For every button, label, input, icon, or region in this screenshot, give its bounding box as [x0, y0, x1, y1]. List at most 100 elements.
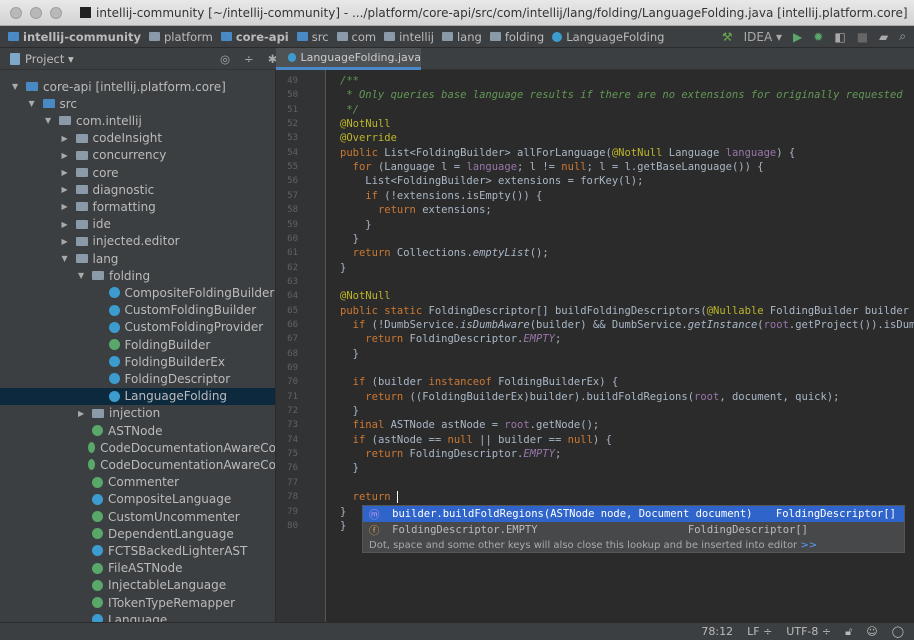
- completion-popup[interactable]: ⓜ builder.buildFoldRegions(ASTNode node,…: [362, 505, 905, 553]
- breadcrumb-item[interactable]: intellij-community: [8, 30, 141, 44]
- tree-item[interactable]: FoldingBuilderEx: [0, 353, 275, 370]
- code-line[interactable]: return FoldingDescriptor.EMPTY;: [340, 447, 561, 461]
- stop-icon[interactable]: ■: [857, 30, 868, 44]
- completion-hint-link[interactable]: >>: [800, 540, 817, 551]
- collapsed-arrow-icon[interactable]: ▶: [78, 409, 88, 418]
- code-line[interactable]: List<FoldingBuilder> extensions = forKey…: [340, 174, 643, 188]
- collapsed-arrow-icon[interactable]: ▶: [62, 202, 72, 211]
- code-line[interactable]: return Collections.emptyList();: [340, 246, 549, 260]
- code-line[interactable]: }: [340, 461, 359, 475]
- tree-item[interactable]: DependentLanguage: [0, 525, 275, 542]
- tree-item[interactable]: CustomUncommenter: [0, 508, 275, 525]
- tree-item[interactable]: ▼ lang: [0, 250, 275, 267]
- breadcrumb-item[interactable]: intellij: [384, 30, 434, 44]
- expanded-arrow-icon[interactable]: ▼: [29, 99, 39, 108]
- tree-item[interactable]: ▼ com.intellij: [0, 112, 275, 129]
- tree-item[interactable]: Language: [0, 611, 275, 622]
- tree-item[interactable]: FileASTNode: [0, 560, 275, 577]
- tree-item[interactable]: CompositeFoldingBuilder: [0, 284, 275, 301]
- code-line[interactable]: return ((FoldingBuilderEx)builder).build…: [340, 390, 839, 404]
- debug-icon[interactable]: ✹: [813, 30, 823, 44]
- window-controls[interactable]: [10, 6, 80, 19]
- code-line[interactable]: return FoldingDescriptor.EMPTY;: [340, 332, 561, 346]
- code-line[interactable]: }: [340, 218, 371, 232]
- code-line[interactable]: }: [340, 347, 359, 361]
- code-line[interactable]: @NotNull: [340, 289, 391, 303]
- code-line[interactable]: }: [340, 505, 346, 519]
- code-line[interactable]: }: [340, 519, 346, 533]
- code-line[interactable]: * Only queries base language results if …: [340, 88, 902, 102]
- tree-item[interactable]: ▼ core-api [intellij.platform.core]: [0, 78, 275, 95]
- tree-item[interactable]: ▶ injection: [0, 405, 275, 422]
- tree-item[interactable]: CustomFoldingProvider: [0, 319, 275, 336]
- build-hammer-icon[interactable]: ⚒: [722, 30, 733, 44]
- run-config-select[interactable]: IDEA ▾: [744, 30, 782, 44]
- breadcrumb-item[interactable]: folding: [489, 30, 544, 44]
- code-line[interactable]: /**: [340, 74, 359, 88]
- tree-item[interactable]: CodeDocumentationAwareCo: [0, 456, 275, 473]
- code-line[interactable]: final ASTNode astNode = root.getNode();: [340, 418, 600, 432]
- code-line[interactable]: public List<FoldingBuilder> allForLangua…: [340, 146, 795, 160]
- code-line[interactable]: @NotNull: [340, 117, 391, 131]
- collapsed-arrow-icon[interactable]: ▶: [62, 185, 72, 194]
- caret-position[interactable]: 78:12: [701, 625, 733, 638]
- breadcrumb-item[interactable]: LanguageFolding: [552, 30, 664, 44]
- tree-item[interactable]: ▶ ide: [0, 216, 275, 233]
- event-log-icon[interactable]: ◯: [892, 625, 904, 638]
- minimize-window-button[interactable]: [30, 6, 42, 19]
- collapsed-arrow-icon[interactable]: ▶: [62, 151, 72, 160]
- collapsed-arrow-icon[interactable]: ▶: [62, 237, 72, 246]
- tree-item[interactable]: Commenter: [0, 474, 275, 491]
- code-line[interactable]: return extensions;: [340, 203, 492, 217]
- project-tree[interactable]: ▼ core-api [intellij.platform.core] ▼ src ▼ c…: [0, 70, 276, 622]
- code-line[interactable]: }: [340, 404, 359, 418]
- collapse-all-icon[interactable]: ÷: [244, 52, 254, 66]
- run-icon[interactable]: ▶: [793, 30, 802, 44]
- code-line[interactable]: if (!extensions.isEmpty()) {: [340, 189, 542, 203]
- collapsed-arrow-icon[interactable]: ▶: [62, 220, 72, 229]
- breadcrumb-item[interactable]: lang: [441, 30, 482, 44]
- collapsed-arrow-icon[interactable]: ▶: [62, 134, 72, 143]
- code-line[interactable]: return: [340, 490, 398, 504]
- tree-item[interactable]: ITokenTypeRemapper: [0, 594, 275, 611]
- inspector-icon[interactable]: ☺︎: [866, 625, 877, 638]
- breadcrumb-item[interactable]: core-api: [220, 30, 289, 44]
- tree-item[interactable]: CustomFoldingBuilder: [0, 302, 275, 319]
- tree-item[interactable]: CompositeLanguage: [0, 491, 275, 508]
- project-view-selector[interactable]: Project ▾: [10, 52, 220, 66]
- project-structure-icon[interactable]: ▰: [879, 30, 888, 44]
- editor-gutter[interactable]: 49 50 51 52 53 54 55 56 57 58 59 60 61 62 63 64 65 66 67 68…: [276, 70, 326, 622]
- tree-item[interactable]: FoldingBuilder: [0, 336, 275, 353]
- tree-item[interactable]: FCTSBackedLighterAST: [0, 542, 275, 559]
- close-window-button[interactable]: [10, 6, 22, 19]
- tree-item[interactable]: ▶ diagnostic: [0, 181, 275, 198]
- tree-item[interactable]: ▶ concurrency: [0, 147, 275, 164]
- breadcrumb-item[interactable]: platform: [148, 30, 213, 44]
- tree-item[interactable]: ▶ codeInsight: [0, 130, 275, 147]
- tree-item[interactable]: ASTNode: [0, 422, 275, 439]
- code-line[interactable]: if (builder instanceof FoldingBuilderEx)…: [340, 375, 619, 389]
- expanded-arrow-icon[interactable]: ▼: [12, 82, 22, 91]
- tree-item[interactable]: ▼ folding: [0, 267, 275, 284]
- tree-item[interactable]: ▶ formatting: [0, 198, 275, 215]
- code-line[interactable]: if (!DumbService.isDumbAware(builder) &&…: [340, 318, 914, 332]
- collapsed-arrow-icon[interactable]: ▶: [62, 168, 72, 177]
- code-line[interactable]: }: [340, 261, 346, 275]
- search-icon[interactable]: ⌕: [899, 29, 906, 44]
- code-line[interactable]: }: [340, 232, 359, 246]
- expanded-arrow-icon[interactable]: ▼: [78, 271, 88, 280]
- completion-item[interactable]: ⓕ FoldingDescriptor.EMPTY FoldingDescript…: [363, 522, 904, 538]
- breadcrumb-item[interactable]: com: [336, 30, 376, 44]
- code-line[interactable]: if (astNode == null || builder == null) …: [340, 433, 612, 447]
- zoom-window-button[interactable]: [50, 6, 62, 19]
- scroll-from-source-icon[interactable]: ◎: [220, 52, 230, 66]
- code-line[interactable]: for (Language l = language; l != null; l…: [340, 160, 764, 174]
- tree-item[interactable]: FoldingDescriptor: [0, 370, 275, 387]
- code-line[interactable]: @Override: [340, 131, 397, 145]
- code-line[interactable]: public static FoldingDescriptor[] buildF…: [340, 304, 909, 318]
- code-line[interactable]: */: [340, 103, 359, 117]
- line-separator[interactable]: LF ÷: [747, 625, 772, 638]
- tree-item[interactable]: ▼ src: [0, 95, 275, 112]
- completion-item[interactable]: ⓜ builder.buildFoldRegions(ASTNode node,…: [363, 506, 904, 522]
- breadcrumb-item[interactable]: src: [296, 30, 329, 44]
